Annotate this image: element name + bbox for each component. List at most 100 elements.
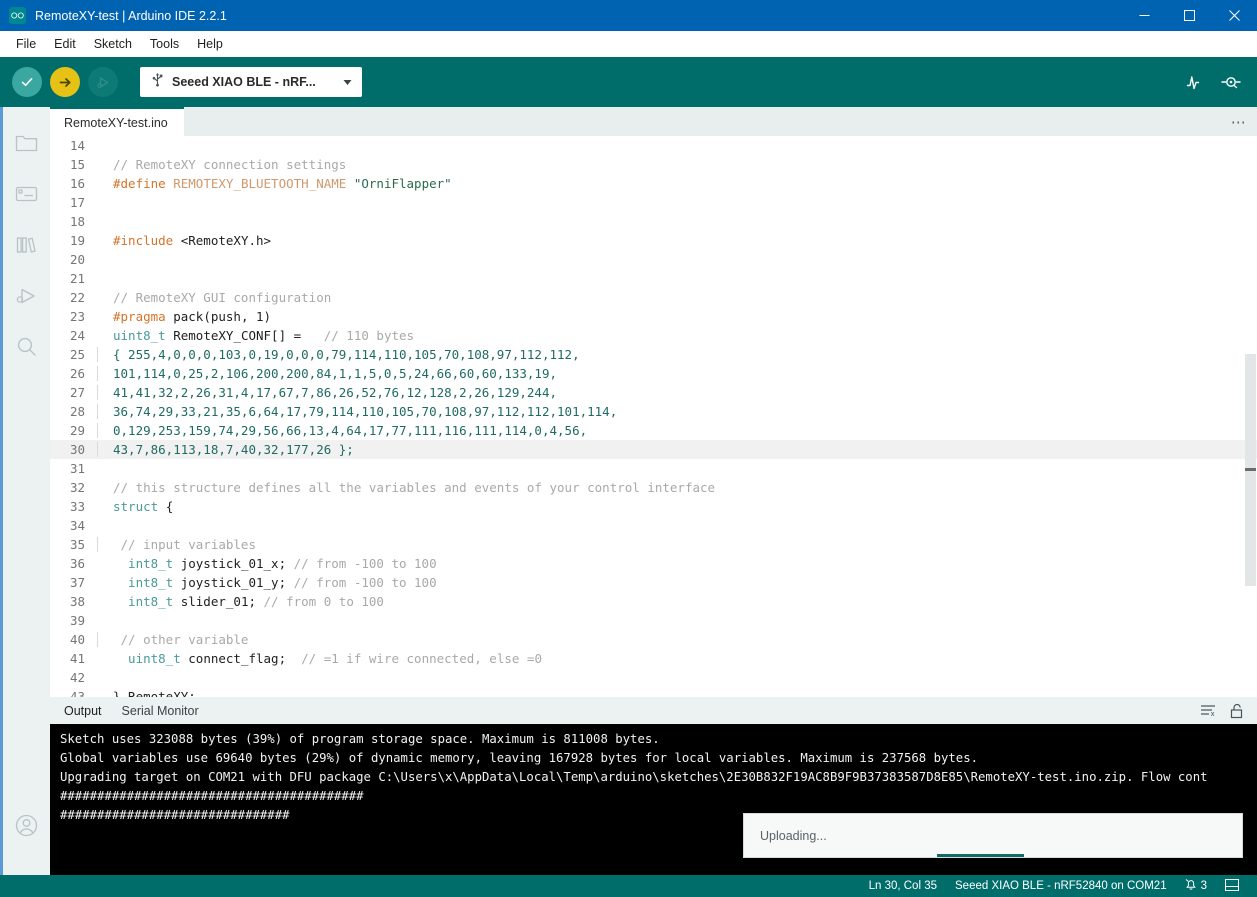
code-line-text <box>97 613 121 628</box>
status-notifications[interactable]: 3 <box>1176 878 1216 894</box>
tab-label: RemoteXY-test.ino <box>64 115 168 130</box>
editor-more-actions-button[interactable]: ⋯ <box>1221 107 1257 136</box>
code-line-text: 0,129,253,159,74,29,56,66,13,4,64,17,77,… <box>97 423 587 438</box>
code-line-text: } RemoteXY; <box>113 689 196 697</box>
line-number: 25 <box>69 347 85 362</box>
code-line[interactable]: 21 <box>50 269 1257 288</box>
line-number: 35 <box>69 537 85 552</box>
board-selector[interactable]: Seeed XIAO BLE - nRF... <box>140 67 362 97</box>
account-button[interactable] <box>2 800 52 851</box>
code-line[interactable]: 17 <box>50 193 1257 212</box>
code-content: 14 15 // RemoteXY connection settings 16 #d… <box>50 136 1257 697</box>
serial-monitor-button[interactable] <box>1217 68 1245 96</box>
output-panel-tools: x <box>1199 702 1257 720</box>
tab-remotexy-test-ino[interactable]: RemoteXY-test.ino <box>50 107 184 136</box>
code-line[interactable]: 30 43,7,86,113,18,7,40,32,177,26 }; <box>50 440 1257 459</box>
line-number: 27 <box>69 385 85 400</box>
sidebar-item-search[interactable] <box>2 321 52 372</box>
notification-message: Uploading... <box>760 828 827 843</box>
svg-text:x: x <box>1210 710 1214 718</box>
code-line[interactable]: 43} RemoteXY; <box>50 687 1257 697</box>
code-line[interactable]: 23 #pragma pack(push, 1) <box>50 307 1257 326</box>
clear-output-button[interactable]: x <box>1199 702 1217 720</box>
line-number: 38 <box>69 594 85 609</box>
board-selector-label: Seeed XIAO BLE - nRF... <box>172 75 316 89</box>
code-line[interactable]: 31 <box>50 459 1257 478</box>
code-line[interactable]: 24 uint8_t RemoteXY_CONF[] = // 110 bytes <box>50 326 1257 345</box>
code-line-text <box>97 271 121 286</box>
code-line[interactable]: 26 101,114,0,25,2,106,200,200,84,1,1,5,0,… <box>50 364 1257 383</box>
main-toolbar: Seeed XIAO BLE - nRF... <box>0 57 1257 107</box>
menu-tools[interactable]: Tools <box>141 34 188 54</box>
code-line[interactable]: 41 uint8_t connect_flag; // =1 if wire c… <box>50 649 1257 668</box>
uploading-notification: Uploading... <box>743 813 1243 858</box>
code-line[interactable]: 20 <box>50 250 1257 269</box>
code-line-text <box>97 252 121 267</box>
line-number: 29 <box>69 423 85 438</box>
code-line-text <box>97 195 121 210</box>
menu-edit[interactable]: Edit <box>45 34 85 54</box>
clear-icon: x <box>1200 705 1215 718</box>
upload-button[interactable] <box>50 67 80 97</box>
code-line[interactable]: 34 <box>50 516 1257 535</box>
code-line[interactable]: 18 <box>50 212 1257 231</box>
panel-tab-output[interactable]: Output <box>64 704 102 718</box>
progress-bar <box>744 854 1242 857</box>
code-line[interactable]: 36 int8_t joystick_01_x; // from -100 to… <box>50 554 1257 573</box>
line-number: 22 <box>69 290 85 305</box>
status-bar: Ln 30, Col 35 Seeed XIAO BLE - nRF52840 … <box>0 875 1257 897</box>
line-number: 36 <box>69 556 85 571</box>
code-line-text: 36,74,29,33,21,35,6,64,17,79,114,110,105… <box>97 404 617 419</box>
code-line[interactable]: 35 // input variables <box>50 535 1257 554</box>
sidebar-item-boards-manager[interactable] <box>2 168 52 219</box>
maximize-button[interactable] <box>1167 0 1212 31</box>
code-line-text: // input variables <box>97 537 256 552</box>
line-number: 42 <box>69 670 85 685</box>
unlock-icon <box>1230 703 1242 718</box>
code-line[interactable]: 28 36,74,29,33,21,35,6,64,17,79,114,110,1… <box>50 402 1257 421</box>
menu-file[interactable]: File <box>7 34 45 54</box>
menu-sketch[interactable]: Sketch <box>85 34 141 54</box>
code-editor[interactable]: 14 15 // RemoteXY connection settings 16 #d… <box>50 136 1257 697</box>
code-line[interactable]: 38 int8_t slider_01; // from 0 to 100 <box>50 592 1257 611</box>
code-line[interactable]: 22 // RemoteXY GUI configuration <box>50 288 1257 307</box>
line-number: 21 <box>69 271 85 286</box>
code-line[interactable]: 37 int8_t joystick_01_y; // from -100 to… <box>50 573 1257 592</box>
panel-tab-serial-monitor[interactable]: Serial Monitor <box>122 704 199 718</box>
editor-vertical-scrollbar[interactable] <box>1243 136 1257 697</box>
toggle-bottom-panel-button[interactable] <box>1216 878 1248 894</box>
line-number: 20 <box>69 252 85 267</box>
code-line[interactable]: 33 struct { <box>50 497 1257 516</box>
books-icon <box>16 236 36 253</box>
debug-button[interactable] <box>88 67 118 97</box>
code-line[interactable]: 27 41,41,32,2,26,31,4,17,67,7,86,26,52,76… <box>50 383 1257 402</box>
minimize-button[interactable] <box>1122 0 1167 31</box>
layout-panel-icon <box>1225 878 1239 894</box>
autoscroll-lock-button[interactable] <box>1227 702 1245 720</box>
code-line[interactable]: 29 0,129,253,159,74,29,56,66,13,4,64,17,7… <box>50 421 1257 440</box>
code-line[interactable]: 42 <box>50 668 1257 687</box>
code-line[interactable]: 15 // RemoteXY connection settings <box>50 155 1257 174</box>
code-line[interactable]: 32 // this structure defines all the vari… <box>50 478 1257 497</box>
menu-help[interactable]: Help <box>188 34 232 54</box>
code-line[interactable]: 39 <box>50 611 1257 630</box>
code-line-text: 41,41,32,2,26,31,4,17,67,7,86,26,52,76,1… <box>97 385 557 400</box>
status-cursor-position[interactable]: Ln 30, Col 35 <box>860 880 946 892</box>
close-button[interactable] <box>1212 0 1257 31</box>
console-line: Global variables use 69640 bytes (29%) o… <box>60 751 979 765</box>
sidebar-item-debug[interactable] <box>2 270 52 321</box>
code-line-text: uint8_t connect_flag; // =1 if wire conn… <box>113 651 542 666</box>
sidebar-item-library-manager[interactable] <box>2 219 52 270</box>
menu-bar: File Edit Sketch Tools Help <box>0 31 1257 57</box>
verify-button[interactable] <box>12 67 42 97</box>
code-line[interactable]: 16 #define REMOTEXY_BLUETOOTH_NAME "OrniF… <box>50 174 1257 193</box>
sidebar-item-sketchbook[interactable] <box>2 117 52 168</box>
status-board-port[interactable]: Seeed XIAO BLE - nRF52840 on COM21 <box>946 880 1176 892</box>
code-line[interactable]: 19 #include <RemoteXY.h> <box>50 231 1257 250</box>
check-icon <box>21 78 33 87</box>
console-line: Upgrading target on COM21 with DFU packa… <box>60 770 1208 784</box>
serial-plotter-button[interactable] <box>1181 68 1209 96</box>
code-line[interactable]: 14 <box>50 136 1257 155</box>
code-line[interactable]: 25 { 255,4,0,0,0,103,0,19,0,0,0,79,114,11… <box>50 345 1257 364</box>
code-line[interactable]: 40 // other variable <box>50 630 1257 649</box>
